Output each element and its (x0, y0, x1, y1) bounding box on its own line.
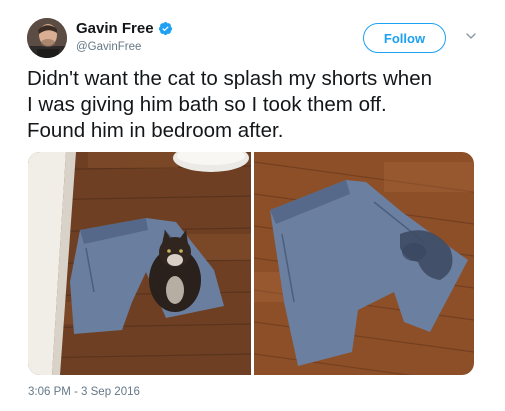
avatar[interactable] (27, 18, 67, 58)
author-handle[interactable]: @GavinFree (76, 41, 141, 53)
author-name[interactable]: Gavin Free (76, 20, 154, 37)
tweet-card: Gavin Free @GavinFree Follow Didn't want… (0, 0, 505, 411)
verified-badge-icon (158, 21, 172, 36)
tweet-text-line: I was giving him bath so I took them off… (27, 93, 387, 116)
shorts-with-cat-image (28, 152, 251, 375)
tweet-timestamp[interactable]: 3:06 PM - 3 Sep 2016 (28, 386, 140, 398)
avatar-image (27, 18, 67, 58)
author-name-row: Gavin Free (76, 20, 173, 37)
follow-button[interactable]: Follow (363, 23, 446, 53)
wet-shorts-photo[interactable] (254, 152, 474, 375)
wet-shorts-image (254, 152, 474, 375)
chevron-down-icon[interactable] (465, 30, 477, 42)
tweet-text-line: Found him in bedroom after. (27, 119, 284, 142)
tweet-text: Didn't want the cat to splash my shorts … (27, 66, 492, 144)
shorts-with-cat-photo[interactable] (28, 152, 251, 375)
tweet-text-line: Didn't want the cat to splash my shorts … (27, 67, 432, 90)
